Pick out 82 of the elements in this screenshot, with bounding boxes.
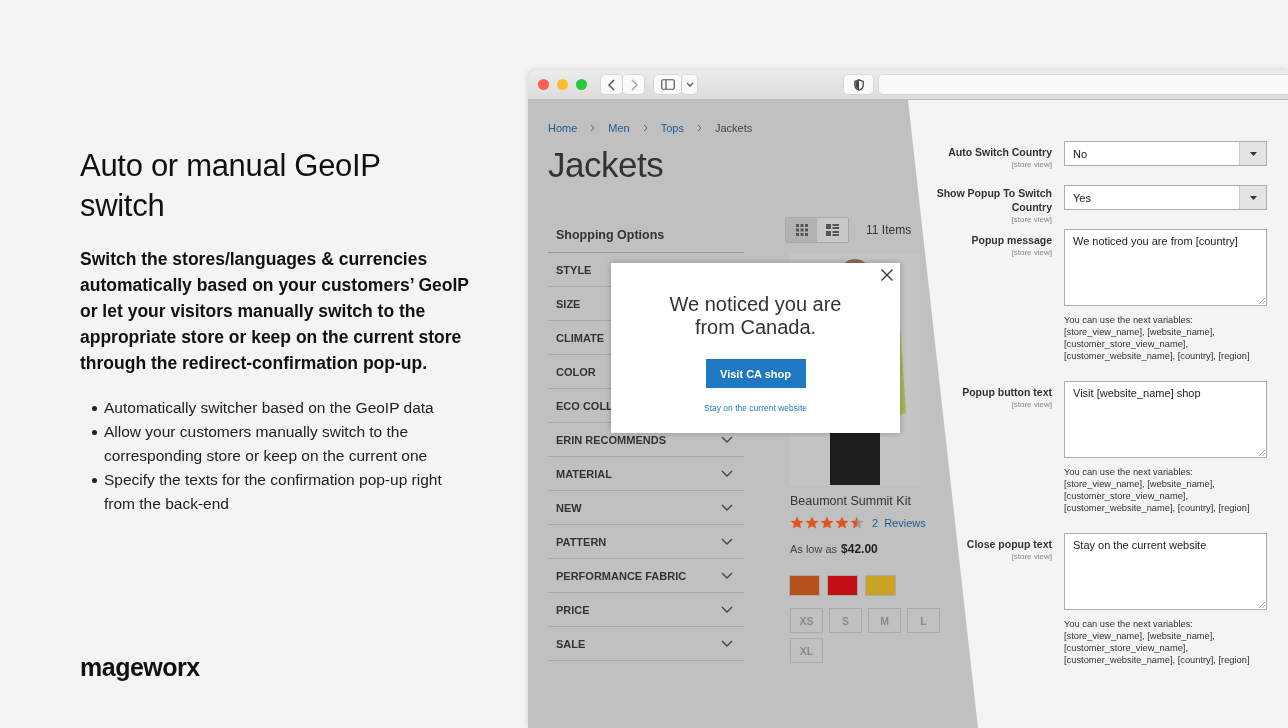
grid-view-button[interactable]: [786, 218, 817, 242]
visit-shop-button[interactable]: Visit CA shop: [705, 359, 806, 388]
filter-item[interactable]: PRICE: [548, 593, 744, 627]
close-icon: [881, 269, 893, 281]
filter-item[interactable]: PERFORMANCE FABRIC: [548, 559, 744, 593]
price-label: As low as: [790, 543, 838, 555]
breadcrumb-link[interactable]: Men: [608, 122, 630, 134]
forward-icon: [629, 78, 638, 91]
scope-label: [store view]: [1010, 215, 1052, 225]
field-note: You can use the next variables: [store_view_name], [website_name], [customer_store_view_name], [customer_website_name], [country], [region]: [1064, 314, 1251, 362]
item-count: 11 Items: [866, 223, 912, 237]
grid-icon: [795, 224, 808, 236]
sidebar-button[interactable]: [654, 75, 681, 94]
breadcrumb-link[interactable]: Tops: [660, 122, 684, 134]
close-button[interactable]: [880, 268, 894, 282]
resize-handle-icon: [1259, 602, 1265, 608]
star-icon: [850, 516, 864, 529]
product-name[interactable]: Beaumont Summit Kit: [790, 494, 911, 508]
field-label: Popup message: [971, 233, 1052, 247]
bullet-item: Automatically switcher based on the GeoIP data: [104, 398, 434, 418]
sidebar-icon: [660, 79, 675, 90]
chevron-right-icon: [590, 124, 596, 132]
field-label: Auto Switch Country: [948, 145, 1052, 159]
text-area[interactable]: Visit [website_name] shop: [1064, 381, 1267, 458]
reviews-link[interactable]: Reviews: [884, 516, 926, 529]
price-value: $42.00: [841, 542, 878, 556]
resize-handle-icon: [1259, 450, 1265, 456]
star-icon: [790, 516, 804, 529]
field-note: You can use the next variables: [store_view_name], [website_name], [customer_store_view_name], [customer_website_name], [country], [region]: [1064, 466, 1251, 514]
chevron-right-icon: [697, 124, 702, 132]
select-field[interactable]: Yes: [1064, 185, 1267, 210]
star-icon: [805, 516, 819, 529]
bullet-item: Allow your customers manually switch to the corresponding store or keep on the current one: [104, 422, 429, 466]
filter-title: Shopping Options: [548, 218, 744, 253]
star-icon: [835, 516, 849, 529]
window-control-icon[interactable]: [576, 79, 587, 90]
window-control-icon[interactable]: [538, 79, 549, 90]
filter-item[interactable]: SALE: [548, 627, 744, 661]
back-button[interactable]: [601, 75, 622, 94]
privacy-button[interactable]: [844, 75, 873, 94]
popup-message: We noticed you are from Canada.: [668, 293, 843, 339]
bullet-icon: [92, 406, 97, 411]
text-area[interactable]: Stay on the current website: [1064, 533, 1267, 610]
dropdown-button[interactable]: [682, 75, 697, 94]
brand-logo: mageworx: [80, 653, 200, 682]
list-icon: [826, 224, 839, 236]
field-label: Show Popup To Switch Country: [935, 186, 1052, 214]
select-field[interactable]: No: [1064, 141, 1267, 166]
scope-label: [store view]: [1010, 160, 1052, 170]
caret-icon: [685, 81, 694, 88]
back-icon: [607, 78, 616, 91]
scope-label: [store view]: [1010, 248, 1052, 258]
list-view-button[interactable]: [817, 218, 848, 242]
breadcrumb-current: Jackets: [715, 122, 753, 134]
star-icon: [820, 516, 834, 529]
bullet-icon: [92, 430, 97, 435]
field-label: Close popup text: [966, 537, 1052, 551]
filter-item[interactable]: NEW: [548, 491, 744, 525]
filter-item[interactable]: PATTERN: [548, 525, 744, 559]
color-swatch[interactable]: [790, 576, 819, 595]
bullet-icon: [92, 478, 97, 483]
window-control-icon[interactable]: [557, 79, 568, 90]
page-title: Jackets: [548, 145, 664, 186]
bullet-item: Specify the texts for the confirmation pop-up right from the back-end: [104, 470, 443, 514]
slide-heading: Auto or manual GeoIP switch: [80, 147, 382, 225]
chevron-right-icon: [642, 124, 648, 132]
breadcrumb-link[interactable]: Home: [548, 122, 578, 134]
dropdown-arrow-icon: [1249, 195, 1257, 200]
text-area[interactable]: We noticed you are from [country]: [1064, 229, 1267, 306]
color-swatch[interactable]: [828, 576, 857, 595]
resize-handle-icon: [1259, 298, 1265, 304]
scope-label: [store view]: [1010, 400, 1052, 410]
dropdown-arrow-icon: [1249, 151, 1257, 156]
slide-description: Switch the stores/languages & currencies automatically based on your customers’ GeoIP or let your visitors manually switch to the appropriate store or keep on the current store through the redirect-confirmation pop-up.: [80, 248, 470, 375]
stay-link[interactable]: Stay on the current website: [704, 403, 807, 413]
filter-item[interactable]: MATERIAL: [548, 457, 744, 491]
field-note: You can use the next variables: [store_view_name], [website_name], [customer_store_view_name], [customer_website_name], [country], [region]: [1064, 618, 1251, 666]
shield-icon: [853, 78, 864, 91]
scope-label: [store view]: [1010, 552, 1052, 562]
field-label: Popup button text: [962, 385, 1052, 399]
reviews-count-link[interactable]: 2: [872, 516, 879, 529]
color-swatch[interactable]: [866, 576, 895, 595]
